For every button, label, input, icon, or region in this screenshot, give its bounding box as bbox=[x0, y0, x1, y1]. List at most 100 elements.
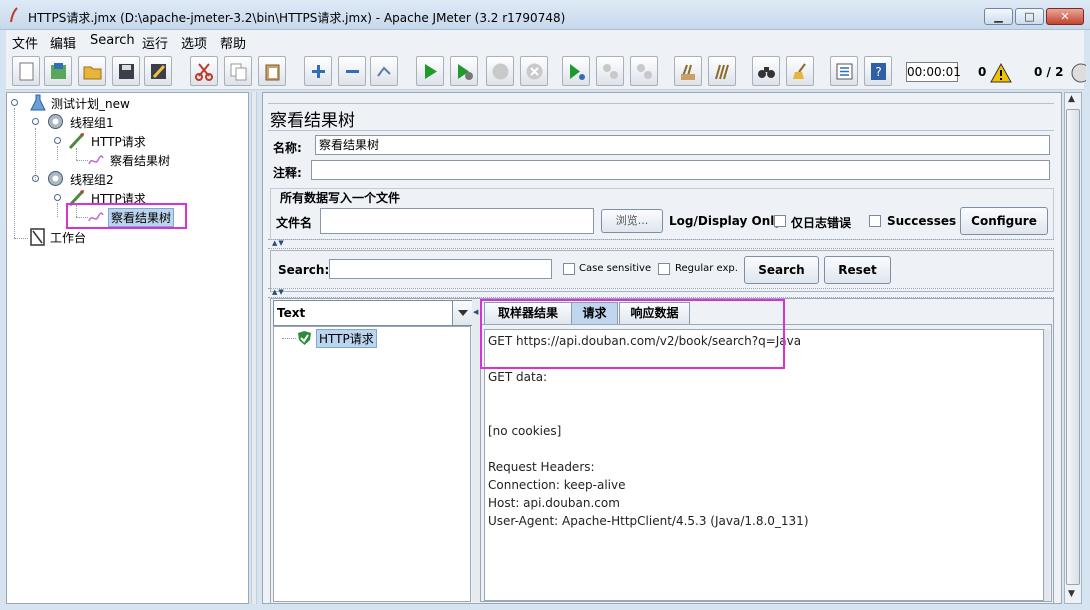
save-as-button[interactable] bbox=[144, 56, 172, 86]
main-vertical-scrollbar[interactable]: ▲ ▼ bbox=[1064, 92, 1082, 604]
request-line-cookies: [no cookies] bbox=[488, 424, 562, 438]
reset-search-button[interactable] bbox=[786, 56, 814, 86]
shutdown-button[interactable] bbox=[520, 56, 548, 86]
cut-button[interactable] bbox=[190, 56, 218, 86]
function-helper-button[interactable] bbox=[830, 56, 858, 86]
clear-button[interactable] bbox=[674, 56, 702, 86]
tree-guide bbox=[14, 108, 15, 238]
tree-node-thread-group-1[interactable]: 线程组1 bbox=[31, 113, 151, 131]
file-group-title: 所有数据写入一个文件 bbox=[278, 189, 403, 206]
request-text-scrollbar[interactable] bbox=[1044, 329, 1050, 601]
start-button[interactable] bbox=[416, 56, 444, 86]
tree-toggle-icon[interactable] bbox=[10, 98, 19, 107]
menu-options[interactable]: 选项 bbox=[181, 33, 207, 52]
jmeter-feather-icon bbox=[10, 7, 18, 23]
workbench-icon bbox=[30, 228, 45, 246]
tree-node-label: 察看结果树 bbox=[110, 154, 171, 168]
split-divider[interactable] bbox=[251, 92, 257, 604]
errors-only-checkbox[interactable] bbox=[774, 215, 786, 227]
tree-node-result-tree-1[interactable]: 察看结果树 bbox=[88, 151, 198, 169]
tree-toggle-icon[interactable] bbox=[31, 117, 40, 126]
close-button[interactable]: ✕ bbox=[1046, 8, 1084, 25]
filename-field[interactable] bbox=[320, 208, 594, 234]
splitter-arrows-icon[interactable]: ▲▼ bbox=[272, 239, 285, 247]
remote-start-button[interactable] bbox=[562, 56, 590, 86]
menu-file[interactable]: 文件 bbox=[12, 33, 38, 52]
binoculars-icon bbox=[758, 67, 775, 78]
successes-label: Successes bbox=[887, 214, 957, 228]
case-sensitive-checkbox[interactable] bbox=[563, 263, 575, 275]
save-button[interactable] bbox=[112, 56, 140, 86]
test-plan-icon bbox=[30, 94, 46, 111]
splitter-arrows-icon[interactable]: ◀ bbox=[473, 308, 478, 316]
tree-node-label: 测试计划_new bbox=[51, 97, 130, 111]
tree-node-thread-group-2[interactable]: 线程组2 bbox=[31, 170, 151, 188]
maximize-icon: □ bbox=[1024, 10, 1035, 23]
scroll-up-icon[interactable]: ▲ bbox=[1068, 94, 1075, 104]
tree-toggle-icon[interactable] bbox=[53, 193, 62, 202]
vertical-splitter[interactable]: ▲▼ bbox=[268, 239, 1054, 249]
paste-button[interactable] bbox=[258, 56, 286, 86]
search-button[interactable]: Search bbox=[744, 256, 819, 284]
chevron-down-icon bbox=[458, 310, 468, 316]
function-helper-icon bbox=[836, 63, 853, 80]
clear-all-button[interactable] bbox=[708, 56, 736, 86]
name-label: 名称: bbox=[273, 141, 302, 155]
minimize-button[interactable]: ▁ bbox=[984, 8, 1013, 25]
renderer-dropdown-button[interactable] bbox=[452, 301, 472, 325]
stop-icon bbox=[492, 63, 509, 80]
remote-shutdown-button[interactable] bbox=[630, 56, 658, 86]
menu-help[interactable]: 帮助 bbox=[220, 33, 246, 52]
toggle-button[interactable] bbox=[370, 56, 398, 86]
successes-checkbox[interactable] bbox=[869, 215, 881, 227]
tree-toggle-icon[interactable] bbox=[53, 136, 62, 145]
search-input[interactable] bbox=[329, 259, 552, 279]
splitter-arrows-icon[interactable]: ▲▼ bbox=[272, 288, 285, 296]
results-split-divider[interactable]: ◀ bbox=[472, 300, 480, 602]
active-threads: 0 / 2 bbox=[1034, 65, 1064, 79]
errors-only-label: 仅日志错误 bbox=[791, 216, 852, 230]
expand-button[interactable] bbox=[304, 56, 332, 86]
help-button[interactable]: ? bbox=[864, 56, 892, 86]
regex-checkbox[interactable] bbox=[658, 263, 670, 275]
remote-stop-button[interactable] bbox=[596, 56, 624, 86]
templates-button[interactable] bbox=[44, 56, 72, 86]
divider bbox=[268, 130, 1054, 131]
search-button[interactable] bbox=[752, 56, 780, 86]
collapse-button[interactable] bbox=[338, 56, 366, 86]
new-button[interactable] bbox=[12, 56, 40, 86]
remote-stop-icon bbox=[603, 64, 618, 79]
reset-button[interactable]: Reset bbox=[824, 256, 891, 284]
log-display-label: Log/Display Only: bbox=[669, 214, 787, 228]
vertical-splitter[interactable]: ▲▼ bbox=[268, 288, 1054, 298]
tree-node-label: 线程组1 bbox=[70, 116, 114, 130]
minimize-icon: ▁ bbox=[994, 10, 1003, 23]
browse-button[interactable]: 浏览... bbox=[601, 209, 663, 233]
configure-button[interactable]: Configure bbox=[960, 207, 1048, 235]
warning-icon[interactable] bbox=[990, 63, 1012, 83]
menu-edit[interactable]: 编辑 bbox=[50, 33, 76, 52]
start-no-pause-button[interactable] bbox=[450, 56, 478, 86]
tree-node-workbench[interactable]: 工作台 bbox=[28, 228, 128, 246]
save-icon bbox=[119, 64, 134, 79]
name-field[interactable]: 察看结果树 bbox=[315, 135, 1050, 155]
scroll-thumb[interactable] bbox=[1066, 109, 1080, 585]
tree-toggle-icon[interactable] bbox=[31, 174, 40, 183]
stop-button[interactable] bbox=[486, 56, 514, 86]
maximize-button[interactable]: □ bbox=[1015, 8, 1044, 25]
renderer-select[interactable]: Text bbox=[273, 300, 473, 326]
tree-node-label: 工作台 bbox=[50, 231, 87, 245]
result-item-http-request[interactable]: HTTP请求 bbox=[316, 329, 377, 348]
tree-node-http-request-1[interactable]: HTTP请求 bbox=[53, 132, 173, 150]
open-button[interactable] bbox=[78, 56, 106, 86]
comment-field[interactable] bbox=[311, 160, 1050, 180]
tree-node-label: HTTP请求 bbox=[91, 135, 146, 149]
request-line-get-data: GET data: bbox=[488, 370, 548, 384]
menu-search[interactable]: Search bbox=[90, 33, 135, 48]
menu-run[interactable]: 运行 bbox=[142, 33, 168, 52]
paste-icon bbox=[265, 64, 280, 81]
scroll-down-icon[interactable]: ▼ bbox=[1068, 589, 1075, 599]
copy-button[interactable] bbox=[224, 56, 252, 86]
header-connection: Connection: keep-alive bbox=[488, 478, 626, 492]
tree-node-test-plan[interactable]: 测试计划_new bbox=[10, 94, 160, 112]
